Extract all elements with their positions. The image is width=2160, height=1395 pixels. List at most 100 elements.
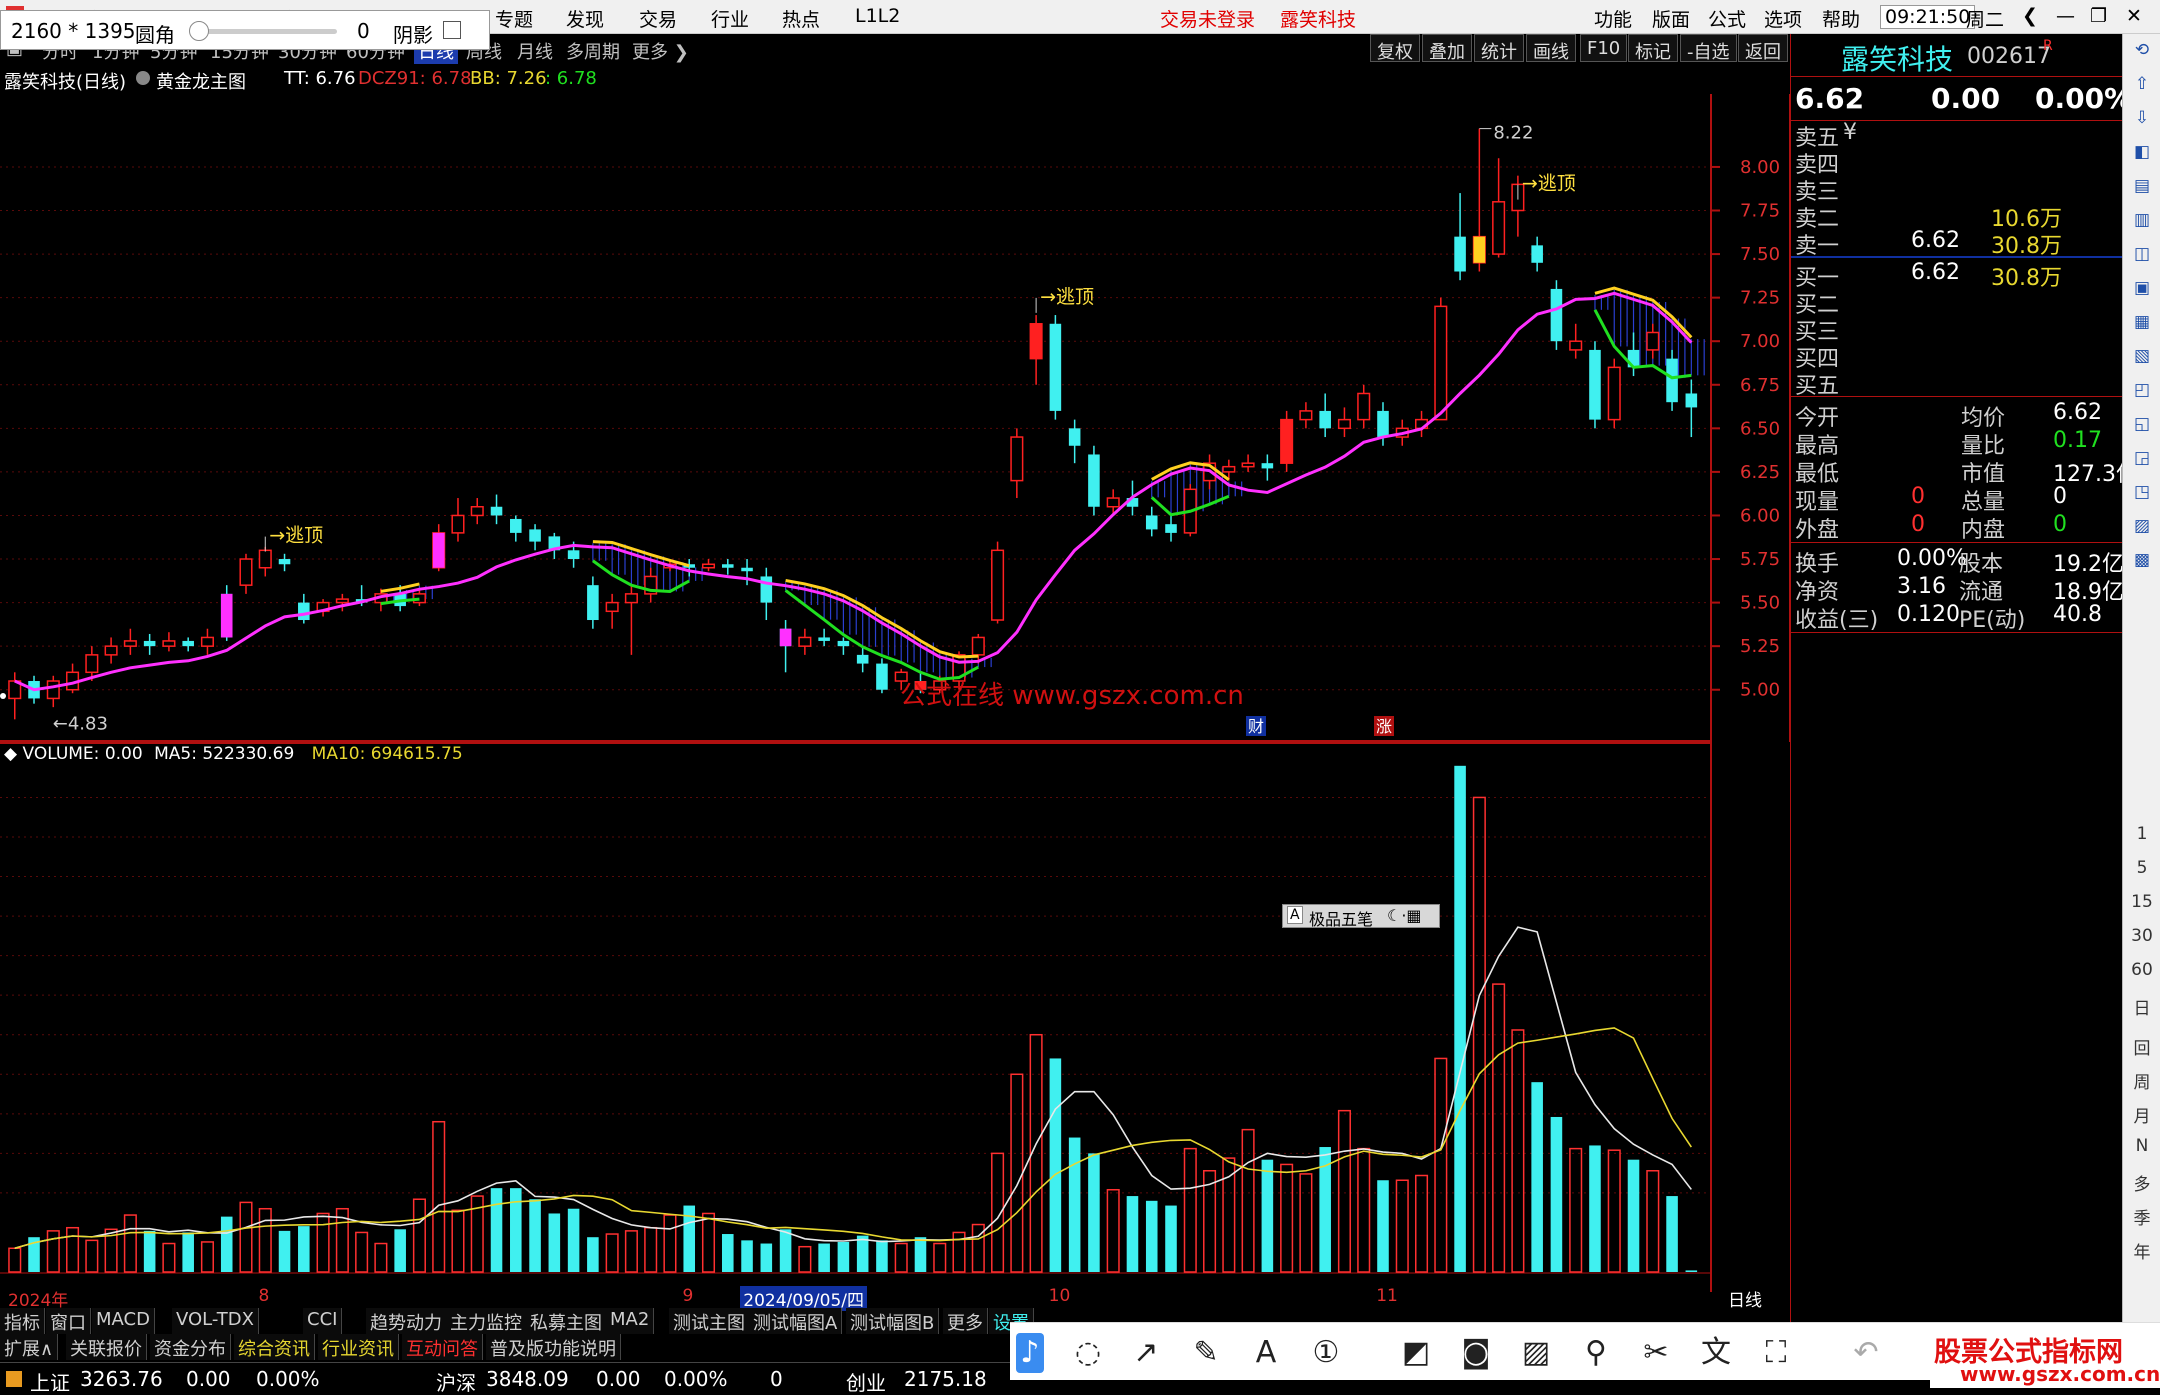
menu-right-item-3[interactable]: 选项 (1764, 5, 1802, 32)
signal-candle[interactable] (779, 628, 792, 647)
volume-bar[interactable] (548, 1213, 561, 1272)
mosaic-icon[interactable]: ◩ (1396, 1333, 1436, 1373)
candle[interactable] (1319, 393, 1331, 438)
toolbar-icon-8[interactable]: ▦ (2129, 312, 2155, 338)
radius-slider-knob[interactable] (189, 21, 209, 41)
candle[interactable] (8, 672, 22, 720)
chart-tool-button-3[interactable]: 画线 (1526, 34, 1576, 63)
candle[interactable] (701, 559, 716, 572)
signal-candle[interactable] (1473, 236, 1486, 263)
pen-icon[interactable]: ✎ (1186, 1333, 1226, 1373)
candle[interactable] (876, 658, 888, 694)
arrow-icon[interactable]: ↗ (1126, 1333, 1166, 1373)
toolbar-icon-7[interactable]: ▣ (2129, 278, 2155, 304)
volume-bar[interactable] (451, 1209, 465, 1273)
bell-icon[interactable]: ♪ (1016, 1333, 1044, 1373)
volume-bar[interactable] (85, 1239, 99, 1273)
period-tab-8[interactable]: 月线 (517, 38, 553, 64)
candle[interactable] (470, 498, 484, 525)
candle[interactable] (1434, 297, 1448, 421)
chart-tool-button-6[interactable]: -自选 (1680, 34, 1737, 63)
toolbar-icon-12[interactable]: ◲ (2129, 448, 2155, 474)
volume-bar[interactable] (412, 1198, 426, 1273)
volume-bar[interactable] (1492, 983, 1506, 1273)
ask-row-0[interactable]: 卖五 ¥ (1791, 120, 2123, 151)
candle[interactable] (1666, 349, 1678, 411)
toolbar-icon-4[interactable]: ▤ (2129, 176, 2155, 202)
indicator-tab-6[interactable]: 主力监控 (446, 1308, 527, 1334)
candle[interactable] (200, 628, 214, 655)
candle[interactable] (510, 515, 522, 542)
volume-bar[interactable] (933, 1242, 947, 1273)
volume-bar[interactable] (200, 1241, 214, 1273)
candle[interactable] (1145, 506, 1158, 537)
hatch-icon[interactable]: ▨ (1516, 1333, 1556, 1373)
volume-bar[interactable] (1607, 1149, 1621, 1273)
volume-bar[interactable] (8, 1247, 22, 1273)
toolbar-period-3[interactable]: 30 (2129, 926, 2155, 952)
candle[interactable] (278, 553, 291, 572)
candle[interactable] (1646, 323, 1660, 359)
volume-bar[interactable] (779, 1229, 792, 1272)
bid-row-4[interactable]: 买五 (1791, 368, 2123, 399)
indicator-tab-9[interactable]: 测试主图 (669, 1308, 750, 1334)
menu-item-5[interactable]: 专题 (495, 5, 533, 32)
volume-bar[interactable] (355, 1231, 369, 1273)
number-icon[interactable]: ① (1306, 1333, 1346, 1373)
ask-row-2[interactable]: 卖三 (1791, 174, 2123, 205)
volume-bar[interactable] (1531, 1082, 1543, 1272)
volume-bar[interactable] (432, 1120, 446, 1273)
candle[interactable] (1241, 454, 1255, 472)
toolbar-icon-6[interactable]: ◫ (2129, 244, 2155, 270)
indicator-tab-4[interactable]: CCI (303, 1308, 343, 1334)
translate-icon[interactable]: 文 (1696, 1333, 1736, 1373)
signal-candle[interactable] (1030, 323, 1042, 359)
ask-row-4[interactable]: 卖一 6.62 30.8万 (1791, 228, 2123, 259)
candle[interactable] (624, 585, 638, 655)
volume-bar[interactable] (1646, 1170, 1660, 1273)
volume-bar[interactable] (46, 1230, 60, 1273)
candle[interactable] (644, 567, 658, 603)
record-icon[interactable]: ◙ (1456, 1333, 1496, 1373)
toolbar-icon-1[interactable]: ⇧ (2129, 74, 2155, 100)
candle[interactable] (1261, 454, 1274, 481)
volume-bar[interactable] (394, 1229, 406, 1272)
period-tab-9[interactable]: 多周期 (566, 38, 620, 64)
candle[interactable] (1299, 402, 1313, 429)
volume-bar[interactable] (837, 1241, 850, 1272)
minimize-icon[interactable]: — (2056, 5, 2075, 27)
ocr-icon[interactable]: ⛶ (1756, 1333, 1796, 1373)
menu-right-item-1[interactable]: 版面 (1652, 5, 1690, 32)
volume-bar[interactable] (1165, 1205, 1177, 1272)
volume-bar[interactable] (278, 1230, 291, 1272)
candle[interactable] (335, 593, 349, 612)
volume-bar[interactable] (1377, 1180, 1389, 1272)
volume-bar[interactable] (741, 1240, 753, 1272)
volume-bar[interactable] (316, 1212, 330, 1273)
candle[interactable] (1454, 193, 1466, 281)
candle[interactable] (741, 559, 753, 586)
volume-bar[interactable] (1395, 1179, 1409, 1273)
volume-bar[interactable] (1685, 1270, 1698, 1272)
candle[interactable] (1049, 315, 1062, 420)
menu-item-10[interactable]: L1L2 (855, 5, 900, 27)
toolbar-icon-15[interactable]: ▩ (2129, 550, 2155, 576)
toolbar-interval-3[interactable]: N (2129, 1136, 2155, 1162)
toolbar-icon-14[interactable]: ▨ (2129, 516, 2155, 542)
text-tool-icon[interactable]: A (1246, 1333, 1286, 1373)
volume-bar[interactable] (1357, 1147, 1371, 1273)
radius-slider[interactable] (197, 29, 337, 34)
indicator-circle-icon[interactable] (136, 71, 150, 85)
volume-bar[interactable] (1261, 1159, 1274, 1272)
volume-bar[interactable] (66, 1226, 80, 1273)
indicator-tab-7[interactable]: 私募主图 (526, 1308, 607, 1334)
toolbar-icon-2[interactable]: ⇩ (2129, 108, 2155, 134)
toolbar-interval-2[interactable]: 月 (2129, 1102, 2155, 1128)
candle[interactable] (1550, 280, 1563, 350)
candle[interactable] (239, 553, 253, 594)
volume-bar[interactable] (1454, 765, 1466, 1272)
volume-bar[interactable] (220, 1216, 233, 1272)
volume-bar[interactable] (1088, 1153, 1100, 1272)
candle[interactable] (316, 599, 330, 617)
volume-bar[interactable] (721, 1234, 734, 1272)
